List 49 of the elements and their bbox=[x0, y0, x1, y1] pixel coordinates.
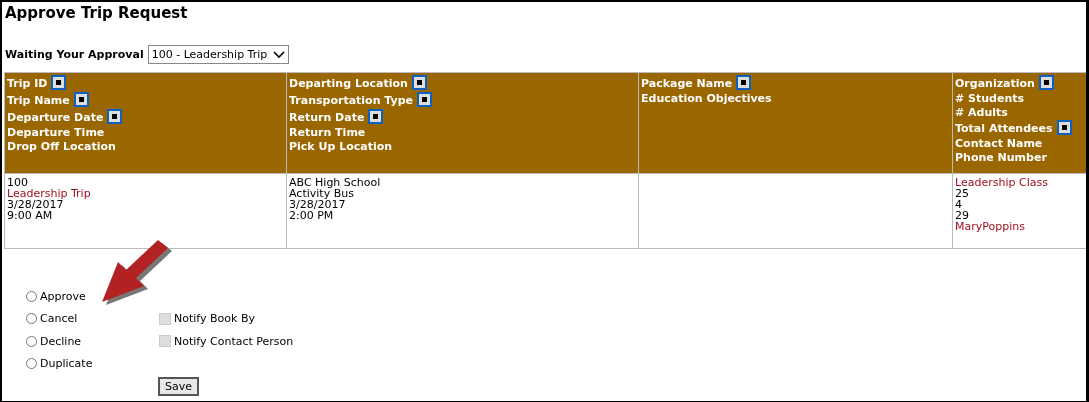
table-cell: 100 bbox=[7, 177, 28, 188]
table-cell: 9:00 AM bbox=[7, 210, 53, 221]
page-title: Approve Trip Request bbox=[5, 4, 189, 24]
sort-icon[interactable] bbox=[736, 75, 752, 90]
column-header: Organization bbox=[955, 76, 1035, 91]
table-cell: 25 bbox=[955, 188, 969, 199]
radio-option[interactable]: Approve bbox=[26, 289, 159, 303]
table-cell: 4 bbox=[955, 199, 962, 210]
column-header: Return Date bbox=[289, 110, 365, 125]
column-header: Education Objectives bbox=[641, 92, 772, 106]
filter-label: Waiting Your Approval bbox=[5, 48, 144, 61]
column-header: Departure Time bbox=[7, 126, 105, 140]
sort-icon[interactable] bbox=[107, 109, 123, 124]
table-cell: 2:00 PM bbox=[289, 210, 334, 221]
table-cell: ABC High School bbox=[289, 177, 381, 188]
radio-option[interactable]: Decline bbox=[26, 334, 159, 348]
sort-icon[interactable] bbox=[1038, 75, 1054, 90]
caret-icon bbox=[273, 50, 286, 59]
cell-link[interactable]: MaryPoppins bbox=[955, 221, 1025, 232]
sort-icon[interactable] bbox=[73, 92, 89, 107]
sort-icon[interactable] bbox=[411, 75, 427, 90]
column-header: Trip ID bbox=[7, 76, 48, 91]
column-header: # Students bbox=[955, 92, 1025, 106]
column-header: Return Time bbox=[289, 126, 366, 140]
column-header: Total Attendees bbox=[955, 121, 1053, 136]
column-header: Phone Number bbox=[955, 151, 1047, 165]
table-cell: 29 bbox=[955, 210, 969, 221]
column-header: Contact Name bbox=[955, 137, 1043, 151]
column-header: Transportation Type bbox=[289, 93, 413, 108]
save-button[interactable]: Save bbox=[158, 377, 199, 396]
table-cell: Activity Bus bbox=[289, 188, 354, 199]
table-cell: 3/28/2017 bbox=[7, 199, 64, 210]
sort-icon[interactable] bbox=[417, 92, 432, 107]
column-header: Drop Off Location bbox=[7, 140, 116, 154]
column-header: # Adults bbox=[955, 106, 1008, 120]
column-header: Departing Location bbox=[289, 76, 408, 91]
trip-dropdown[interactable]: 100 - Leadership Trip bbox=[147, 45, 290, 64]
column-header: Departure Date bbox=[7, 110, 104, 125]
cell-link[interactable]: Leadership Class bbox=[955, 177, 1048, 188]
column-header: Trip Name bbox=[7, 93, 70, 108]
sort-icon[interactable] bbox=[51, 75, 67, 90]
table-cell: 3/28/2017 bbox=[289, 199, 346, 210]
radio-option[interactable]: Cancel bbox=[26, 312, 159, 326]
column-header: Package Name bbox=[641, 76, 733, 91]
radio-option[interactable]: Duplicate bbox=[26, 357, 159, 371]
sort-icon[interactable] bbox=[1056, 120, 1072, 135]
sort-icon[interactable] bbox=[368, 109, 384, 124]
column-header: Pick Up Location bbox=[289, 140, 393, 154]
cell-link[interactable]: Leadership Trip bbox=[7, 188, 91, 199]
